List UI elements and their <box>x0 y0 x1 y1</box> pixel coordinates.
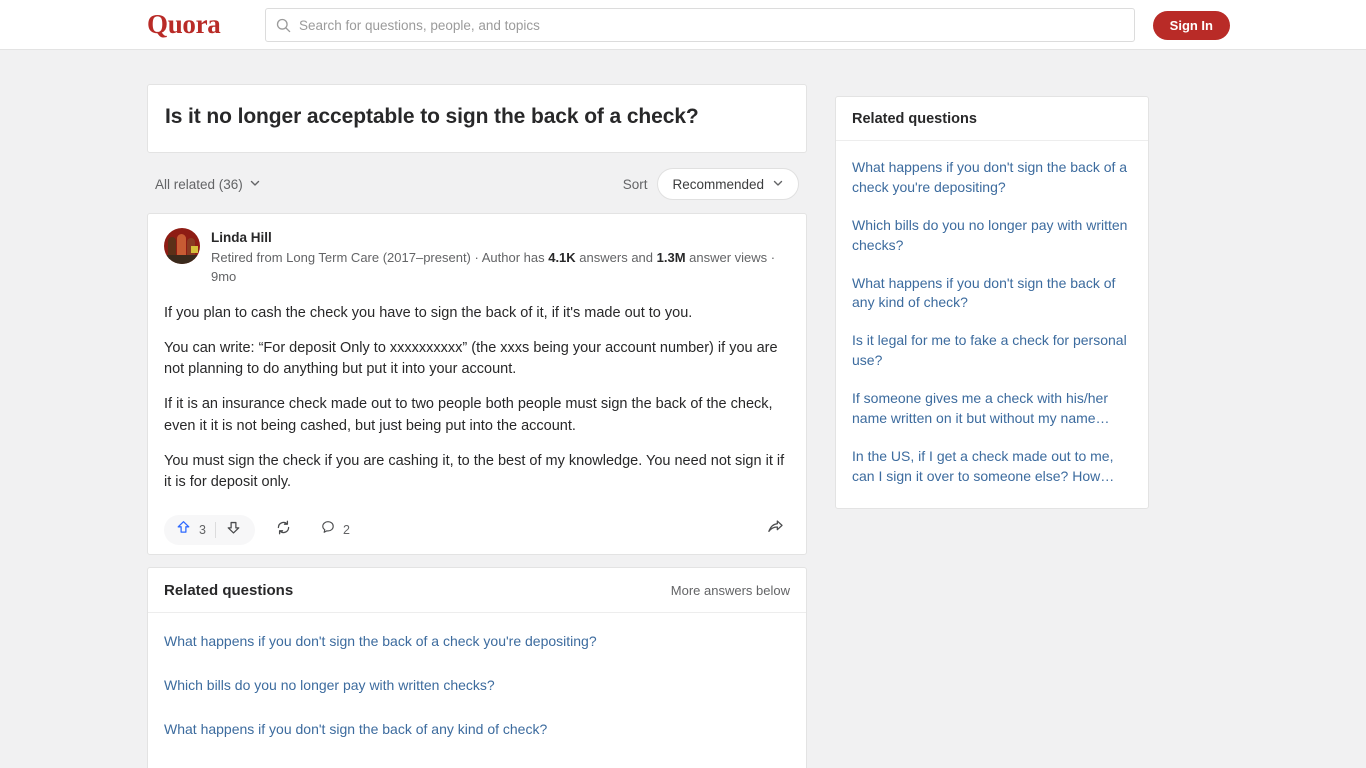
downvote-arrow-icon <box>225 519 242 541</box>
upvote-arrow-icon <box>175 519 192 541</box>
sidebar-list: What happens if you don't sign the back … <box>836 141 1148 508</box>
sidebar-item-3[interactable]: Is it legal for me to fake a check for p… <box>836 322 1148 380</box>
sidebar-item-5[interactable]: In the US, if I get a check made out to … <box>836 438 1148 496</box>
answer-action-bar: 3 2 <box>164 506 790 554</box>
sort-value: Recommended <box>672 176 764 192</box>
list-item[interactable]: Is it legal for me to fake a check for p… <box>148 752 806 768</box>
share-arrow-icon <box>766 518 784 541</box>
author-meta: Linda Hill Retired from Long Term Care (… <box>211 228 790 286</box>
search-bar[interactable] <box>265 8 1135 42</box>
all-related-label: All related (36) <box>155 176 243 192</box>
credential-mid: answers and <box>575 249 657 265</box>
answer-author: Linda Hill Retired from Long Term Care (… <box>164 228 790 286</box>
related-questions-list: What happens if you don't sign the back … <box>148 613 806 768</box>
chevron-down-icon <box>249 177 261 192</box>
list-item[interactable]: What happens if you don't sign the back … <box>148 707 806 751</box>
site-header: Quora Sign In <box>0 0 1366 50</box>
author-credential: Retired from Long Term Care (2017–presen… <box>211 249 790 287</box>
vote-pill: 3 <box>164 514 255 545</box>
answer-paragraph: If it is an insurance check made out to … <box>164 396 773 434</box>
sign-in-button[interactable]: Sign In <box>1152 11 1230 40</box>
search-input[interactable] <box>299 17 1124 33</box>
chevron-down-icon <box>772 177 784 192</box>
downvote-button[interactable] <box>216 515 251 545</box>
sidebar-item-4[interactable]: If someone gives me a check with his/her… <box>836 380 1148 438</box>
answer-card: Linda Hill Retired from Long Term Care (… <box>147 213 807 555</box>
answer-body: If you plan to cash the check you have t… <box>164 303 790 494</box>
question-card: Is it no longer acceptable to sign the b… <box>147 84 807 154</box>
comment-bubble-icon <box>320 519 336 540</box>
related-questions-sidebar: Related questions What happens if you do… <box>835 96 1149 509</box>
upvote-button[interactable]: 3 <box>168 515 215 545</box>
answer-paragraph: You can write: “For deposit Only to xxxx… <box>164 339 778 378</box>
answer-paragraph: You must sign the check if you are cashi… <box>164 453 785 491</box>
list-item[interactable]: What happens if you don't sign the back … <box>148 619 806 663</box>
sidebar-item-1[interactable]: Which bills do you no longer pay with wr… <box>836 207 1148 265</box>
all-related-dropdown[interactable]: All related (36) <box>155 177 261 192</box>
sidebar: Related questions What happens if you do… <box>835 96 1149 509</box>
action-buttons-left: 3 2 <box>164 514 358 545</box>
sort-label: Sort <box>622 176 648 192</box>
repost-button[interactable] <box>267 515 300 545</box>
answers-count: 4.1K <box>548 249 576 265</box>
search-icon <box>276 18 291 33</box>
answer-filter-bar: All related (36) Sort Recommended <box>155 167 807 201</box>
sort-controls: Sort Recommended <box>622 168 799 201</box>
quora-logo[interactable]: Quora <box>147 9 221 40</box>
credential-prefix: Retired from Long Term Care (2017–presen… <box>211 249 549 265</box>
page-body: Is it no longer acceptable to sign the b… <box>0 50 1366 768</box>
upvote-count: 3 <box>199 522 206 537</box>
list-item[interactable]: Which bills do you no longer pay with wr… <box>148 663 806 707</box>
more-answers-below-label[interactable]: More answers below <box>671 583 790 598</box>
sidebar-item-2[interactable]: What happens if you don't sign the back … <box>836 265 1148 323</box>
page-title: Is it no longer acceptable to sign the b… <box>165 105 699 128</box>
repost-icon <box>275 519 292 541</box>
sidebar-title: Related questions <box>836 97 1148 141</box>
related-questions-main: Related questions More answers below Wha… <box>147 566 807 768</box>
sidebar-item-0[interactable]: What happens if you don't sign the back … <box>836 149 1148 207</box>
answer-paragraph: If you plan to cash the check you have t… <box>164 304 693 321</box>
author-name[interactable]: Linda Hill <box>211 228 790 248</box>
avatar[interactable] <box>164 228 200 265</box>
related-questions-header: Related questions More answers below <box>148 568 806 613</box>
share-button[interactable] <box>760 515 790 545</box>
views-count: 1.3M <box>656 249 686 265</box>
sort-dropdown[interactable]: Recommended <box>657 168 799 201</box>
main-column: Is it no longer acceptable to sign the b… <box>147 84 807 768</box>
comment-button[interactable]: 2 <box>312 515 358 545</box>
related-questions-title: Related questions <box>164 581 294 599</box>
comment-count: 2 <box>342 522 350 537</box>
